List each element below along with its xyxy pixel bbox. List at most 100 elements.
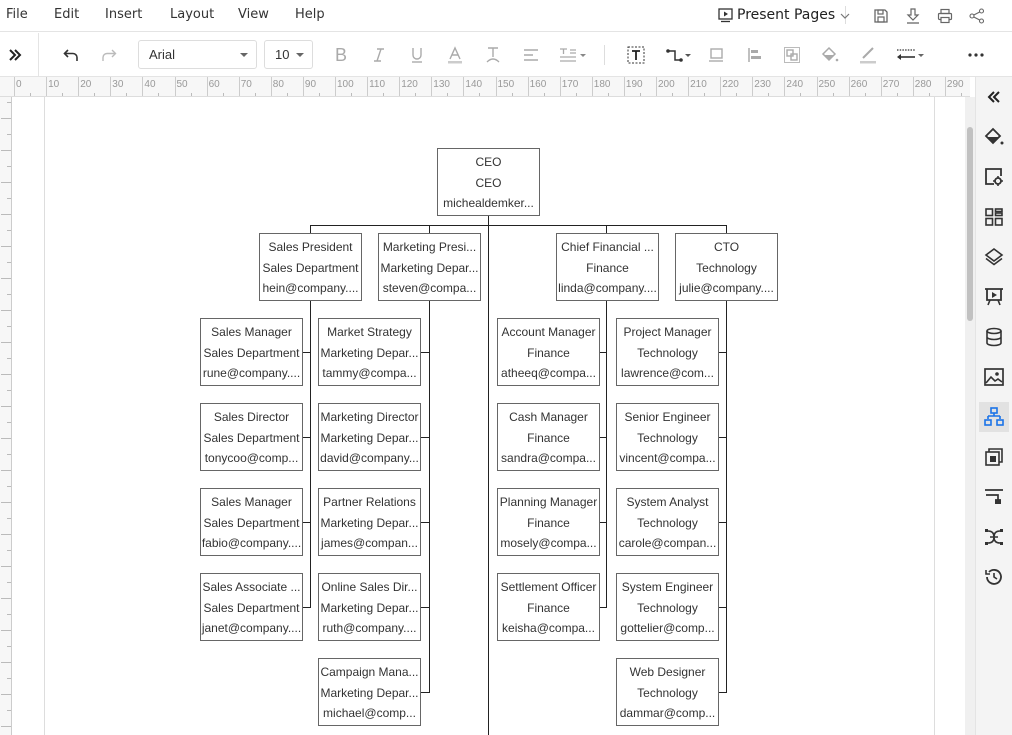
scrollbar-thumb[interactable]	[967, 127, 973, 321]
align-icon[interactable]	[519, 43, 543, 67]
org-node[interactable]: Web Designer Technology dammar@comp...	[616, 658, 719, 726]
bold-icon[interactable]: B	[329, 43, 353, 67]
node-email: tonycoo@comp...	[204, 451, 299, 465]
node-email: dammar@comp...	[619, 706, 716, 720]
menu-edit[interactable]: Edit	[54, 7, 79, 22]
present-pages-button[interactable]: Present Pages	[718, 5, 847, 25]
org-node[interactable]: Online Sales Dir... Marketing Depar... rut…	[318, 573, 421, 641]
group-icon[interactable]	[780, 43, 804, 67]
layout-icon[interactable]	[979, 482, 1009, 512]
node-title: Marketing Director	[320, 410, 419, 424]
theme-icon[interactable]	[979, 442, 1009, 472]
node-title: System Engineer	[621, 580, 714, 594]
ruler-tick	[1, 726, 11, 727]
present-dropdown-chevron-icon[interactable]	[835, 6, 855, 26]
ruler-tick	[1, 502, 11, 503]
org-node[interactable]: Account Manager Finance atheeq@compa...	[497, 318, 600, 386]
redo-icon[interactable]	[97, 43, 121, 67]
ruler-tick	[1, 310, 11, 311]
presentation-icon[interactable]	[979, 282, 1009, 312]
node-email: david@company...	[320, 451, 419, 465]
ruler-label: 100	[337, 79, 354, 90]
org-node-head[interactable]: CTO Technology julie@company....	[675, 233, 778, 301]
menu-insert[interactable]: Insert	[105, 7, 142, 22]
org-node[interactable]: Sales Manager Sales Department fabio@compa…	[200, 488, 303, 556]
layers-icon[interactable]	[979, 242, 1009, 272]
fill-style-icon[interactable]	[979, 122, 1009, 152]
page-setup-icon[interactable]	[979, 162, 1009, 192]
menu-view[interactable]: View	[238, 7, 269, 22]
node-email: mosely@compa...	[500, 536, 597, 550]
ruler-tick	[7, 390, 11, 391]
align-objects-icon[interactable]	[743, 43, 767, 67]
symbols-icon[interactable]	[979, 202, 1009, 232]
print-icon[interactable]	[935, 6, 955, 26]
org-node-head[interactable]: Marketing Presi... Marketing Depar... stev…	[378, 233, 481, 301]
expand-panel-icon[interactable]	[3, 43, 27, 67]
line-style-icon[interactable]	[894, 43, 926, 67]
ruler-tick	[7, 134, 11, 135]
container-icon[interactable]	[704, 43, 728, 67]
ruler-major-tick	[335, 77, 336, 96]
ruler-major-tick	[752, 77, 754, 96]
text-box-icon[interactable]	[624, 43, 648, 67]
ruler-tick	[1, 342, 11, 343]
chevron-down-icon	[240, 53, 248, 57]
org-node-head[interactable]: Sales President Sales Department hein@comp…	[259, 233, 362, 301]
menu-help[interactable]: Help	[295, 7, 325, 22]
org-node[interactable]: Senior Engineer Technology vincent@compa..…	[616, 403, 719, 471]
text-style-icon[interactable]	[481, 43, 505, 67]
org-node[interactable]: Sales Director Sales Department tonycoo@co…	[200, 403, 303, 471]
vertical-scrollbar[interactable]	[965, 97, 975, 735]
line-color-icon[interactable]	[856, 43, 880, 67]
fill-icon[interactable]	[818, 43, 842, 67]
org-node[interactable]: Planning Manager Finance mosely@compa...	[497, 488, 600, 556]
ruler-tick	[1, 118, 11, 119]
ruler-major-tick	[912, 77, 914, 96]
connector-line	[421, 352, 429, 353]
image-icon[interactable]	[979, 362, 1009, 392]
org-node[interactable]: System Engineer Technology gottelier@comp.…	[616, 573, 719, 641]
org-node-head[interactable]: Chief Financial ... Finance linda@company.…	[556, 233, 659, 301]
share-icon[interactable]	[967, 6, 987, 26]
italic-icon[interactable]	[367, 43, 391, 67]
mind-map-icon[interactable]	[979, 522, 1009, 552]
menu-file[interactable]: File	[6, 7, 28, 22]
org-node[interactable]: Market Strategy Marketing Depar... tammy@c…	[318, 318, 421, 386]
ruler-tick	[7, 646, 11, 647]
connector-line	[421, 437, 429, 438]
node-title: Partner Relations	[323, 495, 416, 509]
download-icon[interactable]	[903, 6, 923, 26]
org-node[interactable]: Partner Relations Marketing Depar... james…	[318, 488, 421, 556]
menu-layout[interactable]: Layout	[170, 7, 214, 22]
node-dept: Finance	[586, 260, 629, 275]
connector-icon[interactable]	[664, 43, 694, 67]
font-size-select[interactable]: 10	[264, 40, 313, 69]
underline-icon[interactable]	[405, 43, 429, 67]
more-icon[interactable]	[964, 43, 988, 67]
org-node[interactable]: Settlement Officer Finance keisha@compa...	[497, 573, 600, 641]
org-chart-icon[interactable]	[979, 402, 1009, 432]
ruler-major-tick	[367, 77, 369, 96]
collapse-icon[interactable]	[979, 82, 1009, 112]
font-family-select[interactable]: Arial	[138, 40, 257, 69]
org-node[interactable]: Sales Associate ... Sales Department janet…	[200, 573, 303, 641]
node-title: System Analyst	[626, 495, 709, 509]
save-icon[interactable]	[871, 6, 891, 26]
org-node[interactable]: System Analyst Technology carole@compan...	[616, 488, 719, 556]
org-node-ceo[interactable]: CEO CEO michealdemker...	[437, 148, 540, 216]
ruler-label: 210	[690, 79, 707, 90]
org-node[interactable]: Marketing Director Marketing Depar... davi…	[318, 403, 421, 471]
data-icon[interactable]	[979, 322, 1009, 352]
canvas[interactable]: CEO CEO michealdemker... Sales President Sal…	[12, 97, 965, 735]
org-node[interactable]: Cash Manager Finance sandra@compa...	[497, 403, 600, 471]
history-icon[interactable]	[979, 562, 1009, 592]
org-node[interactable]: Campaign Mana... Marketing Depar... michae…	[318, 658, 421, 726]
connector-line	[303, 437, 310, 438]
org-node[interactable]: Project Manager Technology lawrence@com...	[616, 318, 719, 386]
undo-icon[interactable]	[59, 43, 83, 67]
org-node[interactable]: Sales Manager Sales Department rune@compan…	[200, 318, 303, 386]
font-color-icon[interactable]	[443, 43, 467, 67]
line-spacing-icon[interactable]	[558, 43, 588, 67]
node-dept: Marketing Depar...	[320, 430, 419, 445]
